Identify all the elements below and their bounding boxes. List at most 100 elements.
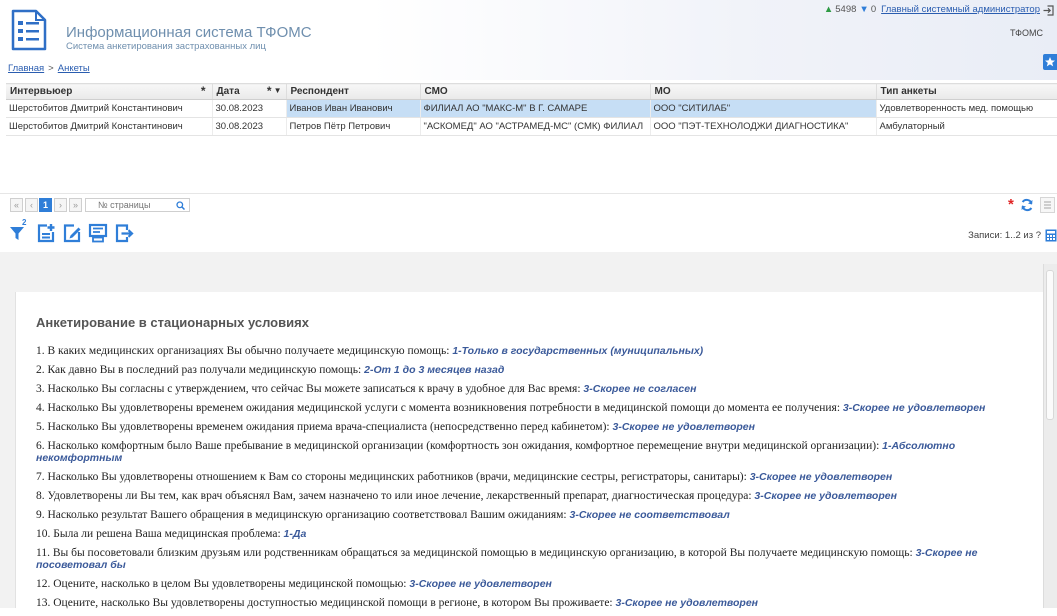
survey-item: 12. Оцените, насколько в целом Вы удовле… bbox=[36, 578, 1036, 590]
survey-item: 1. В каких медицинских организациях Вы о… bbox=[36, 345, 1036, 357]
view-report-icon[interactable] bbox=[88, 223, 108, 243]
survey-item: 2. Как давно Вы в последний раз получали… bbox=[36, 364, 1036, 376]
question-number: 3. bbox=[36, 383, 45, 395]
refresh-icon[interactable] bbox=[1020, 198, 1034, 212]
question-text: Вы бы посоветовали близким друзьям или р… bbox=[52, 547, 913, 559]
question-text: Как давно Вы в последний раз получали ме… bbox=[47, 364, 362, 376]
cell-date: 30.08.2023 bbox=[212, 117, 287, 136]
cell-respondent: Иванов Иван Иванович bbox=[286, 99, 421, 118]
filter-count-badge: 2 bbox=[22, 218, 27, 227]
add-icon[interactable] bbox=[36, 223, 56, 243]
answer-text: 3-Скорее не согласен bbox=[583, 383, 697, 395]
question-number: 5. bbox=[36, 421, 45, 433]
breadcrumb-separator: > bbox=[48, 63, 54, 74]
current-page-button[interactable]: 1 bbox=[39, 198, 52, 212]
survey-item: 8. Удовлетворены ли Вы тем, как врач объ… bbox=[36, 490, 1036, 502]
answer-text: 3-Скорее не удовлетворен bbox=[615, 597, 759, 609]
question-number: 9. bbox=[36, 509, 45, 521]
scrollbar-thumb[interactable] bbox=[1046, 270, 1054, 420]
cell-type: Амбулаторный bbox=[876, 117, 1057, 136]
survey-item: 9. Насколько результат Вашего обращения … bbox=[36, 509, 1036, 521]
question-number: 11. bbox=[36, 547, 50, 559]
table-row[interactable]: Шерстобитов Дмитрий Константинович 30.08… bbox=[6, 117, 1057, 136]
question-number: 12. bbox=[36, 578, 51, 590]
required-mark: * bbox=[266, 84, 272, 99]
column-label: СМО bbox=[424, 86, 448, 97]
survey-item: 3. Насколько Вы согласны с утверждением,… bbox=[36, 383, 1036, 395]
column-header-mo[interactable]: МО bbox=[650, 83, 877, 100]
prev-page-button[interactable]: ‹ bbox=[25, 198, 38, 212]
survey-item: 10. Была ли решена Ваша медицинская проб… bbox=[36, 528, 1036, 540]
column-header-respondent[interactable]: Респондент bbox=[286, 83, 421, 100]
last-page-button[interactable]: » bbox=[69, 198, 82, 212]
column-header-type[interactable]: Тип анкеты bbox=[876, 83, 1057, 100]
cell-smo: ФИЛИАЛ АО "МАКС-М" В Г. САМАРЕ bbox=[420, 99, 651, 118]
cell-interviewer: Шерстобитов Дмитрий Константинович bbox=[6, 117, 213, 136]
column-header-interviewer[interactable]: Интервьюер * bbox=[6, 83, 213, 100]
question-number: 7. bbox=[36, 471, 45, 483]
required-mark: * bbox=[200, 84, 206, 99]
question-number: 4. bbox=[36, 402, 45, 414]
records-info: Записи: 1..2 из ? bbox=[968, 230, 1041, 241]
question-number: 10. bbox=[36, 528, 51, 540]
favorites-button[interactable] bbox=[1043, 54, 1057, 70]
calculator-icon[interactable] bbox=[1045, 229, 1057, 242]
cell-mo: ООО "ПЭТ-ТЕХНОЛОДЖИ ДИАГНОСТИКА" bbox=[650, 117, 877, 136]
survey-item: 7. Насколько Вы удовлетворены отношением… bbox=[36, 471, 1036, 483]
answer-text: 3-Скорее не удовлетворен bbox=[842, 402, 986, 414]
table-row[interactable]: Шерстобитов Дмитрий Константинович 30.08… bbox=[6, 99, 1057, 118]
question-text: Оцените, насколько Вы удовлетворены дост… bbox=[53, 597, 613, 609]
user-name-link[interactable]: Главный системный администратор bbox=[881, 4, 1040, 15]
logout-icon[interactable] bbox=[1043, 5, 1054, 16]
column-label: Респондент bbox=[290, 86, 349, 97]
question-text: Оцените, насколько в целом Вы удовлетвор… bbox=[53, 578, 407, 590]
survey-question-list: 1. В каких медицинских организациях Вы о… bbox=[36, 345, 1036, 616]
app-title: Информационная система ТФОМС bbox=[66, 24, 312, 41]
down-count[interactable]: 0 bbox=[856, 4, 876, 15]
app-header: Информационная система ТФОМС Система анк… bbox=[0, 0, 1057, 80]
grid-header-row: Интервьюер * Дата * ▼ Респондент СМО МО Тип… bbox=[6, 83, 1057, 100]
page-number-input[interactable] bbox=[85, 198, 190, 212]
edit-icon[interactable] bbox=[62, 223, 82, 243]
organization-label: ТФОМС bbox=[1009, 28, 1043, 38]
column-header-date[interactable]: Дата * ▼ bbox=[212, 83, 287, 100]
cell-interviewer: Шерстобитов Дмитрий Константинович bbox=[6, 99, 213, 118]
breadcrumb-current-link[interactable]: Анкеты bbox=[58, 63, 90, 74]
breadcrumb: Главная > Анкеты bbox=[8, 63, 90, 74]
first-page-button[interactable]: « bbox=[10, 198, 23, 212]
survey-item: 6. Насколько комфортным было Ваше пребыв… bbox=[36, 440, 1036, 464]
answer-text: 3-Скорее не удовлетворен bbox=[409, 578, 552, 590]
answer-text: 2-От 1 до 3 месяцев назад bbox=[364, 364, 505, 376]
question-text: Насколько Вы удовлетворены временем ожид… bbox=[47, 421, 610, 433]
next-page-button[interactable]: › bbox=[54, 198, 67, 212]
cell-date: 30.08.2023 bbox=[212, 99, 287, 118]
required-filter-mark: * bbox=[1008, 196, 1014, 213]
question-number: 1. bbox=[36, 345, 45, 357]
export-icon[interactable] bbox=[114, 223, 134, 243]
pager-divider bbox=[0, 193, 1057, 194]
breadcrumb-home-link[interactable]: Главная bbox=[8, 63, 44, 74]
question-text: Насколько комфортным было Ваше пребывани… bbox=[47, 440, 880, 452]
column-header-smo[interactable]: СМО bbox=[420, 83, 651, 100]
cell-mo: ООО "СИТИЛАБ" bbox=[650, 99, 877, 118]
answer-text: 1-Да bbox=[283, 528, 307, 540]
question-text: Насколько результат Вашего обращения в м… bbox=[47, 509, 567, 521]
survey-item: 11. Вы бы посоветовали близким друзьям и… bbox=[36, 547, 1036, 571]
question-number: 13. bbox=[36, 597, 51, 609]
question-number: 2. bbox=[36, 364, 45, 376]
up-count[interactable]: 5498 bbox=[824, 4, 857, 15]
search-icon[interactable] bbox=[176, 201, 185, 210]
question-text: Насколько Вы согласны с утверждением, чт… bbox=[47, 383, 581, 395]
questionnaires-grid: Интервьюер * Дата * ▼ Респондент СМО МО Тип… bbox=[6, 83, 1057, 136]
column-label: МО bbox=[654, 86, 671, 97]
cell-type: Удовлетворенность мед. помощью bbox=[876, 99, 1057, 118]
cell-respondent: Петров Пётр Петрович bbox=[286, 117, 421, 136]
answer-text: 1-Только в государственных (муниципальны… bbox=[452, 345, 704, 357]
answer-text: 3-Скорее не удовлетворен bbox=[754, 490, 897, 502]
sort-desc-icon[interactable]: ▼ bbox=[274, 86, 282, 95]
app-subtitle: Система анкетирования застрахованных лиц bbox=[66, 41, 266, 52]
answer-text: 3-Скорее не удовлетворен bbox=[612, 421, 755, 433]
grid-menu-button[interactable] bbox=[1040, 197, 1055, 213]
questionnaire-list-icon[interactable] bbox=[10, 8, 48, 52]
question-text: Насколько Вы удовлетворены отношением к … bbox=[47, 471, 747, 483]
